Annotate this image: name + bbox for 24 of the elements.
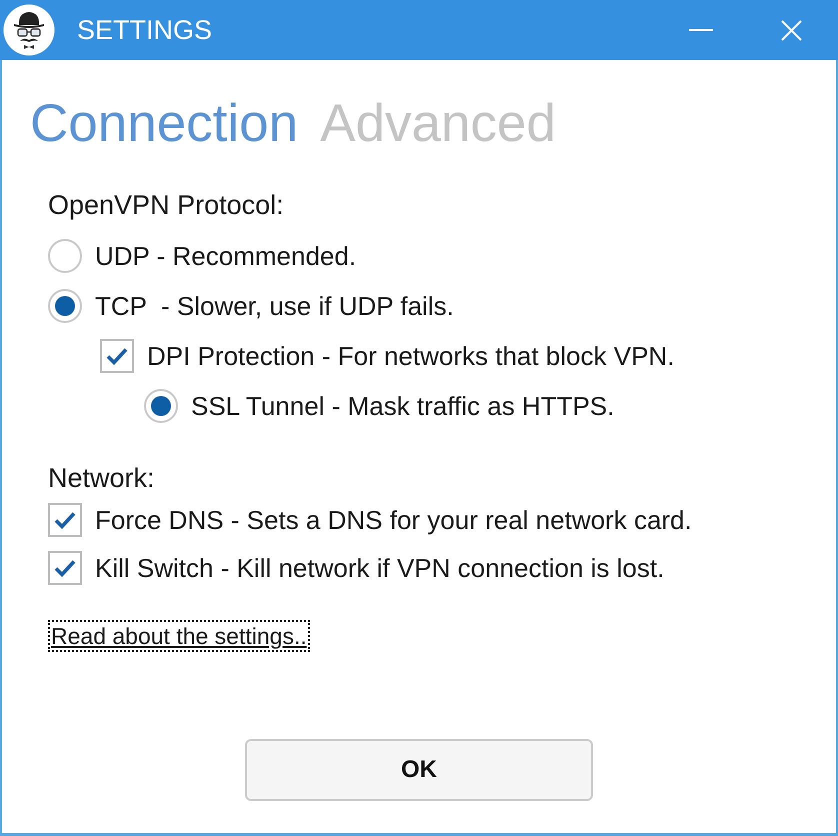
radio-button[interactable]: [144, 389, 178, 423]
checkbox[interactable]: [100, 339, 134, 373]
option-label: TCP - Slower, use if UDP fails.: [95, 290, 454, 322]
section-label: OpenVPN Protocol:: [48, 189, 284, 222]
option-label: UDP - Recommended.: [95, 240, 356, 272]
radio-button[interactable]: [48, 239, 82, 273]
checkbox[interactable]: [48, 503, 82, 537]
option-label: SSL Tunnel - Mask traffic as HTTPS.: [191, 390, 614, 422]
checkmark-icon: [54, 511, 76, 529]
window-title: SETTINGS: [77, 14, 212, 46]
close-icon: [781, 20, 802, 40]
radio-button[interactable]: [48, 289, 82, 323]
section-label: Network:: [48, 462, 155, 495]
settings-link[interactable]: Read about the settings..: [48, 620, 310, 652]
option-label: DPI Protection - For networks that block VPN.: [147, 340, 674, 372]
ok-button[interactable]: OK: [245, 739, 593, 801]
spy-logo-icon: [3, 4, 55, 56]
option-label: Kill Switch - Kill network if VPN connection is lost.: [95, 552, 664, 584]
minimize-icon: [689, 29, 713, 31]
option-label: Force DNS - Sets a DNS for your real network card.: [95, 504, 692, 536]
checkmark-icon: [54, 559, 76, 577]
checkbox[interactable]: [48, 551, 82, 585]
checkmark-icon: [106, 347, 128, 365]
close-button[interactable]: [781, 20, 802, 40]
